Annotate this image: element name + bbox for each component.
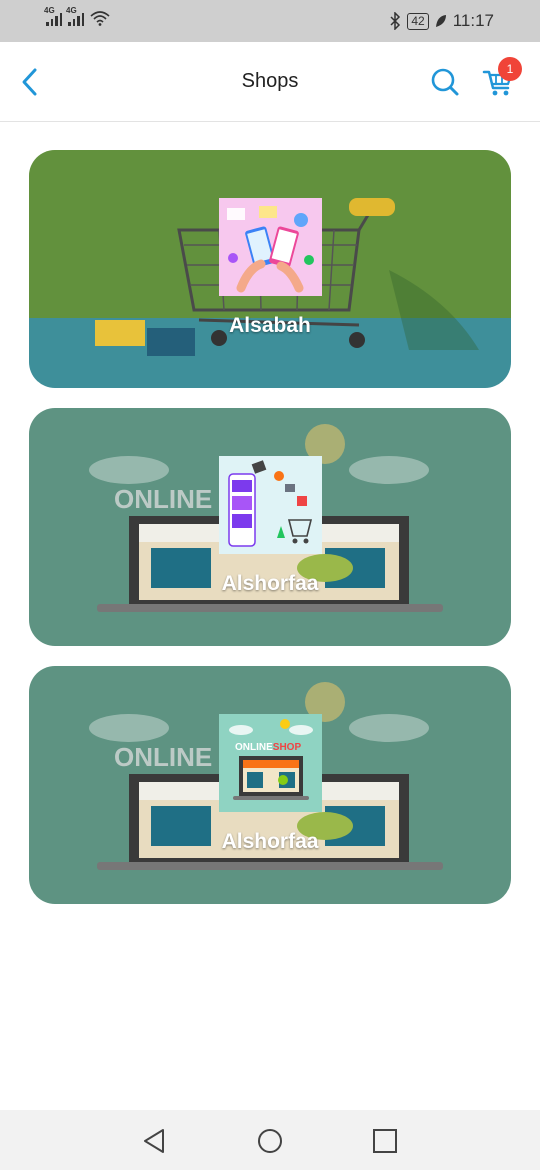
shop-logo — [219, 198, 322, 296]
network-type-label: 4G — [44, 6, 55, 15]
leaf-icon — [435, 15, 446, 27]
wifi-icon — [90, 11, 110, 26]
recents-square-icon[interactable] — [370, 1126, 400, 1156]
shop-card[interactable]: ONLINE SHOP ONLINESHOP Alshorfaa — [29, 666, 511, 904]
status-right: 42 11:17 — [389, 11, 494, 31]
online-shop-illustration: ONLINESHOP — [219, 714, 322, 812]
cart-count-badge: 1 — [498, 57, 522, 81]
online-shop-sign: ONLINESHOP — [235, 742, 301, 753]
cell-signal-icon: 4G — [44, 6, 62, 26]
bluetooth-icon — [390, 12, 401, 30]
shop-name: Alsabah — [229, 314, 311, 337]
shop-card[interactable]: Alsabah — [29, 150, 511, 388]
status-bar: 4G 4G 42 11:17 — [0, 0, 540, 42]
shop-name: Alshorfaa — [221, 830, 319, 853]
app-header: Shops 1 — [0, 42, 540, 122]
home-circle-icon[interactable] — [255, 1126, 285, 1156]
mobile-shopping-illustration — [219, 198, 322, 296]
clock: 11:17 — [452, 11, 494, 30]
back-triangle-icon[interactable] — [140, 1126, 170, 1156]
cell-signal-icon: 4G — [66, 6, 84, 26]
shop-logo: ONLINESHOP — [219, 714, 322, 812]
battery-indicator: 42 — [407, 12, 429, 30]
network-type-label: 4G — [66, 6, 77, 15]
shop-logo — [219, 456, 322, 554]
signal-indicators: 4G 4G — [44, 6, 110, 26]
shop-name: Alshorfaa — [221, 572, 319, 595]
phone-shopping-illustration — [219, 456, 322, 554]
system-nav-bar — [0, 1110, 540, 1170]
search-icon[interactable] — [430, 67, 460, 97]
shop-card[interactable]: ONLINE SHOP Alshorfaa — [29, 408, 511, 646]
